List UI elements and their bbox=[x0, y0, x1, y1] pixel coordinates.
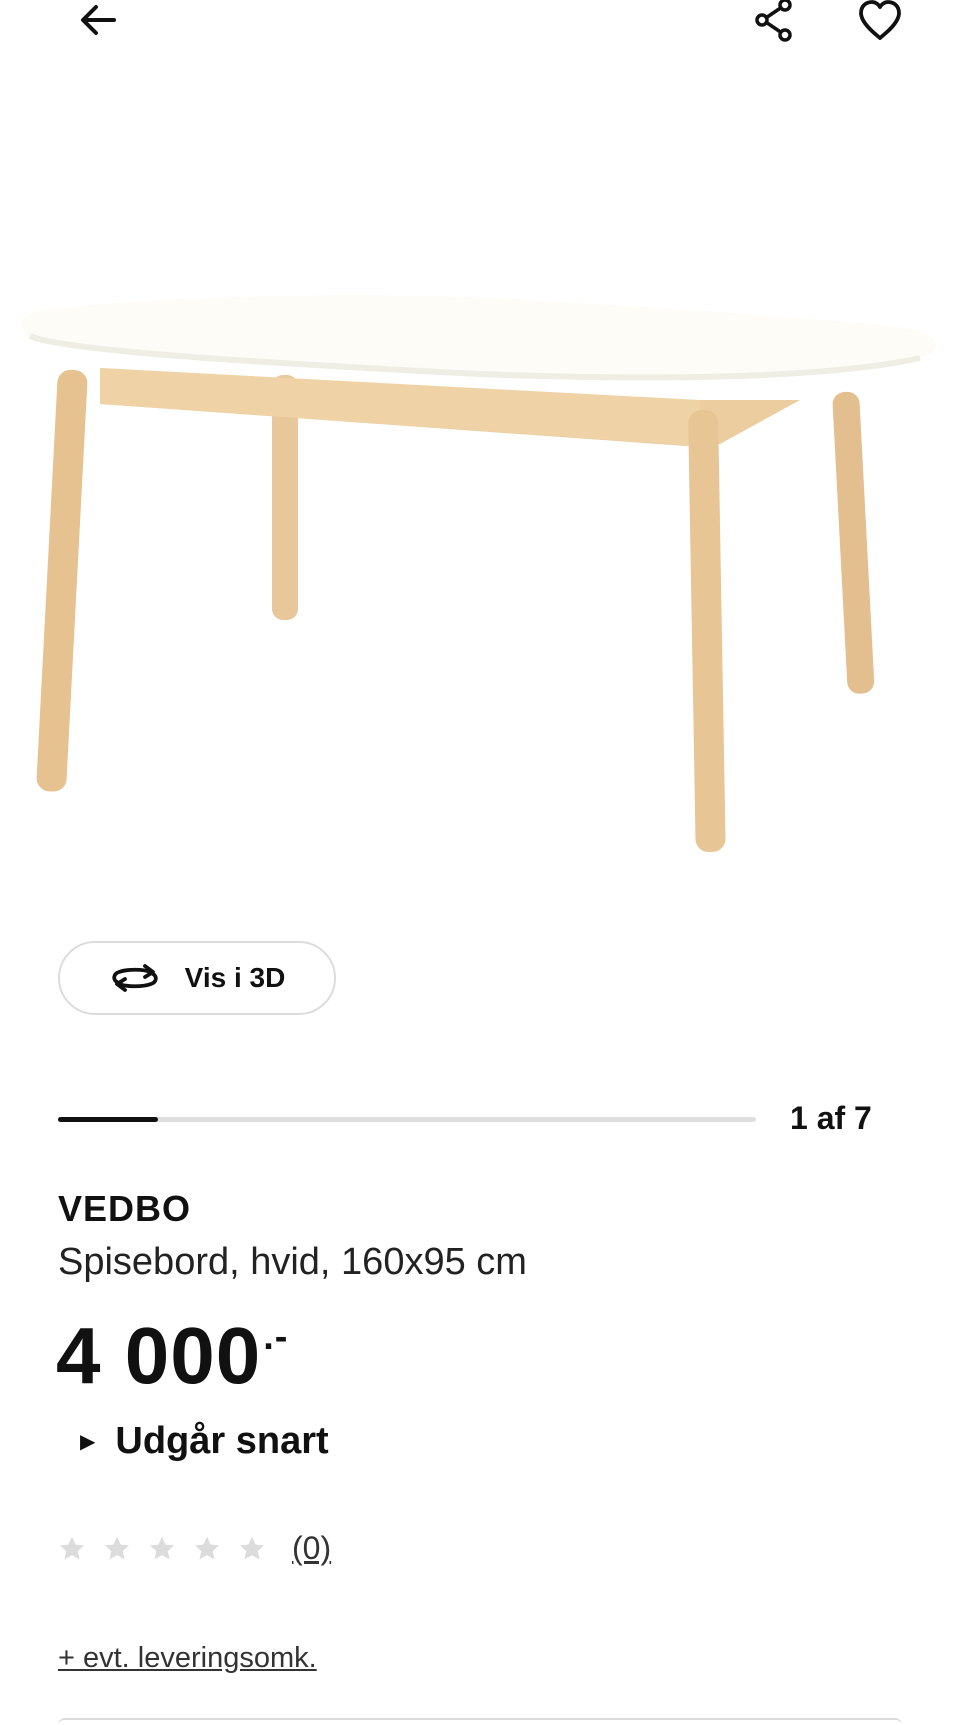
bottom-card-edge bbox=[58, 1718, 902, 1725]
carousel-position: 1 af 7 bbox=[790, 1100, 872, 1136]
share-icon bbox=[755, 0, 792, 42]
star-icon bbox=[239, 1536, 265, 1559]
star-icon bbox=[149, 1536, 175, 1559]
star-rating bbox=[58, 1535, 266, 1563]
product-description: Spisebord, hvid, 160x95 cm bbox=[58, 1241, 527, 1283]
heart-icon bbox=[859, 0, 901, 40]
star-icon bbox=[59, 1536, 85, 1559]
view-3d-label: Vis i 3D bbox=[184, 962, 286, 993]
favorite-button[interactable] bbox=[848, 0, 912, 50]
product-name: VEDBO bbox=[58, 1188, 192, 1229]
status-text: Udgår snart bbox=[115, 1420, 329, 1462]
review-count-link[interactable]: (0) bbox=[292, 1530, 331, 1567]
view-3d-button[interactable]: Vis i 3D bbox=[58, 941, 336, 1015]
price-suffix: .- bbox=[263, 1316, 289, 1358]
price-main: 4 000 bbox=[56, 1311, 262, 1400]
rating-summary[interactable]: (0) bbox=[58, 1530, 331, 1567]
back-button[interactable] bbox=[66, 0, 130, 50]
share-button[interactable] bbox=[742, 0, 806, 50]
dining-table-image bbox=[21, 295, 937, 852]
triangle-right-icon: ▶ bbox=[80, 1431, 96, 1453]
arrow-left-icon bbox=[81, 5, 116, 35]
product-price: 4 000 .- bbox=[56, 1310, 288, 1402]
rotate-3d-icon bbox=[112, 964, 158, 992]
top-bar bbox=[0, 0, 960, 60]
product-image[interactable] bbox=[0, 250, 960, 870]
star-icon bbox=[194, 1536, 220, 1559]
star-icon bbox=[104, 1536, 130, 1559]
carousel-progress-fill bbox=[58, 1117, 158, 1122]
delivery-cost-link[interactable]: + evt. leveringsomk. bbox=[58, 1642, 317, 1675]
availability-status[interactable]: ▶ Udgår snart bbox=[80, 1420, 329, 1463]
carousel-progress-track bbox=[58, 1117, 756, 1122]
